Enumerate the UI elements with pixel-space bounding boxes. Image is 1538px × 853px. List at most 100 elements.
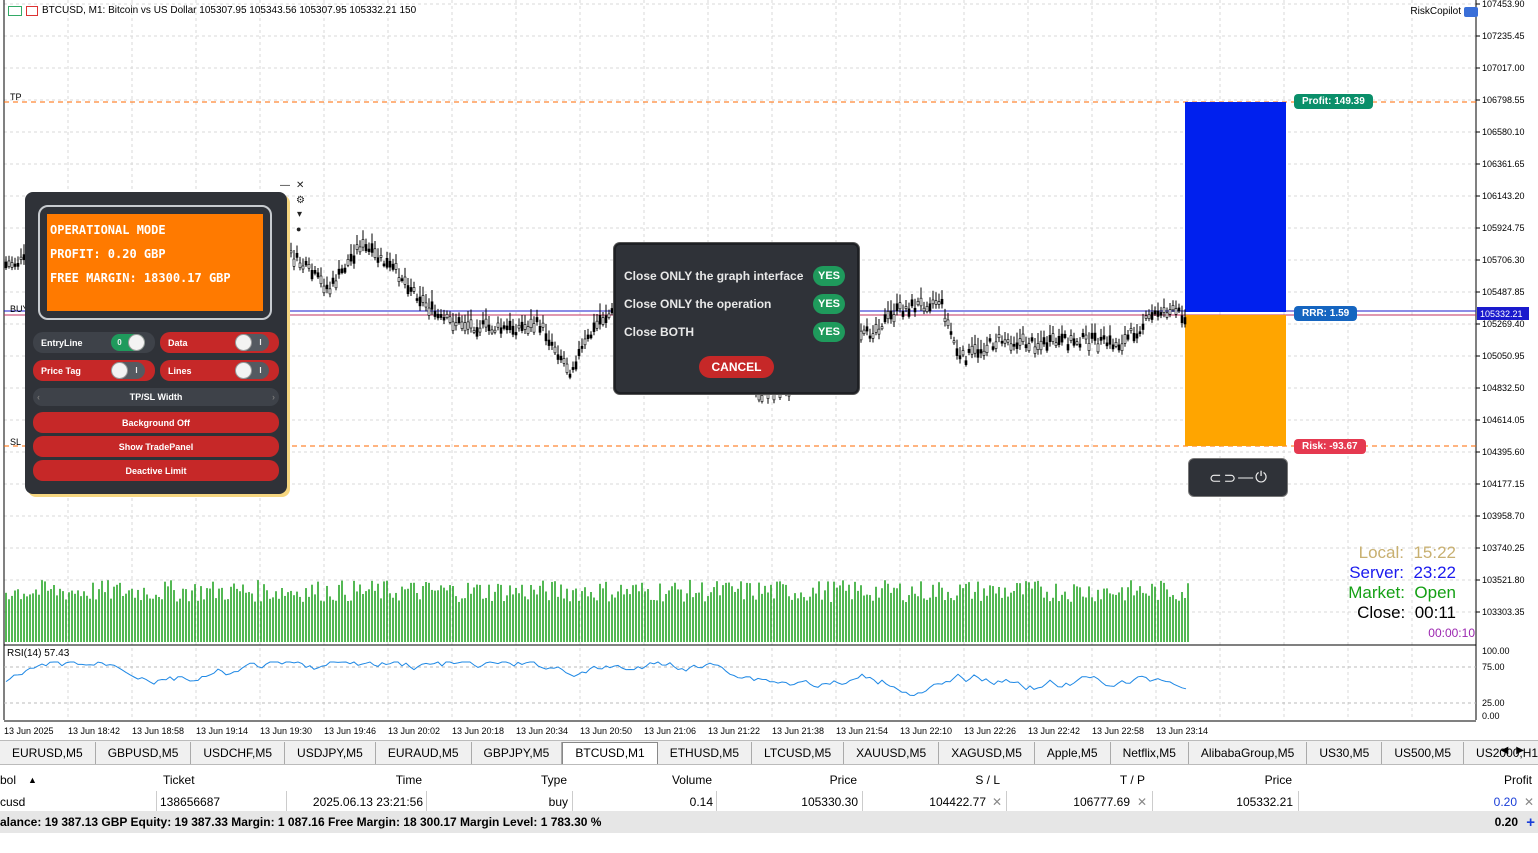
tab-eurusd-m5[interactable]: EURUSD,M5: [0, 741, 96, 764]
cell-volume[interactable]: 0.14: [590, 792, 713, 812]
close-icon[interactable]: ✕: [296, 180, 304, 191]
col-ticket[interactable]: Ticket: [163, 770, 195, 790]
cell-tp[interactable]: 106777.69: [1010, 792, 1130, 812]
candle-body: [562, 358, 566, 364]
candle-body: [964, 360, 968, 365]
close-operation-yes-button[interactable]: YES: [813, 294, 845, 314]
candle-body: [340, 268, 344, 274]
time-tick-label: 13 Jun 22:58: [1092, 726, 1144, 736]
trade-icon[interactable]: [26, 5, 38, 16]
tab-us30-m5[interactable]: US30,M5: [1307, 741, 1383, 764]
cell-type[interactable]: buy: [440, 792, 568, 812]
candle-body: [1069, 335, 1073, 341]
width-increase-icon[interactable]: ›: [272, 392, 275, 402]
minimize-icon[interactable]: —: [280, 180, 290, 191]
price-tag-switch[interactable]: I: [111, 362, 145, 379]
tab-ltcusd-m5[interactable]: LTCUSD,M5: [752, 741, 845, 764]
tab-ethusd-m5[interactable]: ETHUSD,M5: [658, 741, 753, 764]
cell-cur-price[interactable]: 105332.21: [1160, 792, 1293, 812]
lines-switch[interactable]: I: [235, 362, 269, 379]
candle-body: [910, 299, 914, 307]
price-tick-label: 106361.65: [1482, 159, 1525, 169]
candle-body: [979, 349, 983, 354]
balance-bar: alance: 19 387.13 GBP Equity: 19 387.33 …: [0, 811, 1538, 833]
tab-gbpjpy-m5[interactable]: GBPJPY,M5: [472, 741, 563, 764]
entryline-switch[interactable]: 0: [111, 334, 145, 351]
dot-icon[interactable]: ●: [296, 224, 301, 234]
price-tick-label: 104614.05: [1482, 415, 1525, 425]
candle-body: [328, 288, 332, 295]
candle-body: [544, 333, 548, 342]
candle-body: [997, 334, 1001, 339]
next-icon[interactable]: ⊃: [1224, 469, 1237, 487]
tab-apple-m5[interactable]: Apple,M5: [1035, 741, 1111, 764]
close-both-yes-button[interactable]: YES: [813, 322, 845, 342]
candle-body: [331, 277, 335, 284]
profit-tag[interactable]: Profit: 149.39: [1294, 94, 1373, 109]
cell-profit[interactable]: 0.20: [1400, 792, 1517, 812]
col-price[interactable]: Price: [730, 770, 857, 790]
dropdown-icon[interactable]: ▾: [297, 209, 302, 220]
settings-icon[interactable]: ⚙: [296, 195, 305, 206]
candle-body: [1180, 315, 1184, 324]
local-clock: Local: 15:22: [1358, 543, 1456, 562]
cell-sl[interactable]: 104422.77: [870, 792, 986, 812]
close-graph-yes-button[interactable]: YES: [813, 266, 845, 286]
tab-xagusd-m5[interactable]: XAGUSD,M5: [939, 741, 1035, 764]
deactive-limit-button[interactable]: Deactive Limit: [33, 460, 279, 481]
col-time[interactable]: Time: [300, 770, 422, 790]
candle-body: [859, 330, 863, 341]
tab-euraud-m5[interactable]: EURAUD,M5: [376, 741, 472, 764]
tab-usdchf-m5[interactable]: USDCHF,M5: [191, 741, 286, 764]
remove-sl-icon[interactable]: ✕: [992, 792, 1002, 812]
width-decrease-icon[interactable]: ‹: [37, 392, 40, 402]
candle-body: [319, 275, 323, 285]
candle-body: [511, 325, 515, 335]
tpsl-width-slider[interactable]: ‹ TP/SL Width ›: [33, 388, 279, 406]
col-profit[interactable]: Profit: [1400, 770, 1532, 790]
candle-body: [1021, 333, 1025, 342]
candle-body: [298, 262, 302, 268]
tab-usdjpy-m5[interactable]: USDJPY,M5: [285, 741, 376, 764]
prev-icon[interactable]: ⊂: [1209, 469, 1222, 487]
col-tp[interactable]: T / P: [1010, 770, 1145, 790]
background-off-button[interactable]: Background Off: [33, 412, 279, 433]
close-position-icon[interactable]: ✕: [1524, 792, 1534, 812]
minimize-widget-icon[interactable]: —: [1238, 469, 1253, 486]
tab-scroll-arrows-icon[interactable]: ◀▶: [1501, 745, 1532, 756]
entryline-toggle[interactable]: EntryLine 0: [33, 332, 155, 353]
chart-menu-icon[interactable]: [8, 5, 22, 16]
candle-body: [574, 361, 578, 370]
risk-tag[interactable]: Risk: -93.67: [1294, 439, 1366, 454]
power-icon[interactable]: ⏻: [1255, 469, 1267, 486]
col-cur-price[interactable]: Price: [1160, 770, 1292, 790]
tab-gbpusd-m5[interactable]: GBPUSD,M5: [96, 741, 192, 764]
data-toggle[interactable]: Data I: [160, 332, 279, 353]
candle-body: [1096, 343, 1100, 353]
cell-ticket[interactable]: 138656687: [160, 792, 220, 812]
cell-time[interactable]: 2025.06.13 23:21:56: [280, 792, 423, 812]
tab-us500-m5[interactable]: US500,M5: [1382, 741, 1465, 764]
cancel-button[interactable]: CANCEL: [699, 356, 774, 378]
col-symbol[interactable]: bol: [0, 770, 16, 790]
col-volume[interactable]: Volume: [590, 770, 712, 790]
col-sl[interactable]: S / L: [870, 770, 1000, 790]
tab-btcusd-m1[interactable]: BTCUSD,M1: [562, 741, 658, 764]
tab-alibabagroup-m5[interactable]: AlibabaGroup,M5: [1189, 741, 1308, 764]
add-icon[interactable]: +: [1526, 814, 1535, 831]
candle-body: [571, 367, 575, 370]
rrr-tag[interactable]: RRR: 1.59: [1294, 306, 1358, 321]
data-switch[interactable]: I: [235, 334, 269, 351]
ea-control-panel[interactable]: OPERATIONAL MODE PROFIT: 0.20 GBP FREE M…: [25, 192, 287, 494]
tab-xauusd-m5[interactable]: XAUUSD,M5: [844, 741, 940, 764]
col-type[interactable]: Type: [440, 770, 567, 790]
cell-price[interactable]: 105330.30: [730, 792, 858, 812]
cell-symbol[interactable]: cusd: [0, 792, 25, 812]
lines-toggle[interactable]: Lines I: [160, 360, 279, 381]
tab-netflix-m5[interactable]: Netflix,M5: [1111, 741, 1189, 764]
remove-tp-icon[interactable]: ✕: [1137, 792, 1147, 812]
sort-asc-icon[interactable]: ▲: [28, 770, 37, 790]
show-tradepanel-button[interactable]: Show TradePanel: [33, 436, 279, 457]
candle-body: [430, 301, 434, 310]
price-tag-toggle[interactable]: Price Tag I: [33, 360, 155, 381]
